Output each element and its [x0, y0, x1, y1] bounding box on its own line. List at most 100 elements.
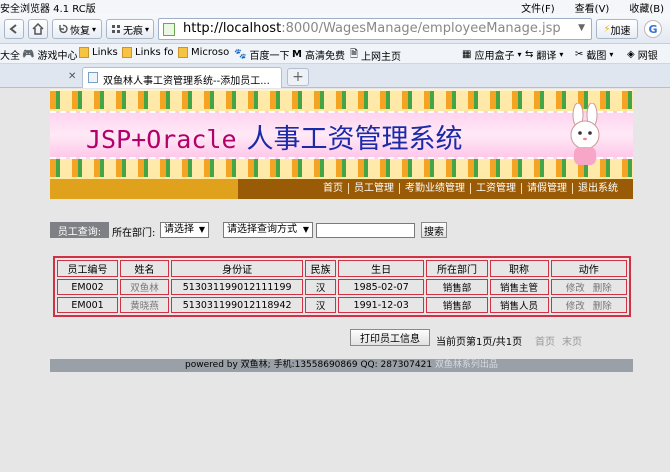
speed-button[interactable]: ⚡ 加速: [596, 19, 638, 39]
query-method-select[interactable]: 请选择查询方式 ▼: [223, 222, 313, 238]
translate-icon: ⇆: [525, 49, 534, 60]
fav-item[interactable]: ⇆ 翻译 ▾: [525, 47, 563, 62]
menu-bar: 文件(F) 查看(V) 收藏(B): [521, 0, 664, 15]
grid-icon: [111, 25, 120, 33]
edit-link[interactable]: 修改: [566, 283, 585, 294]
fav-item[interactable]: ✂ 截图 ▾: [575, 47, 613, 62]
home-button[interactable]: [28, 19, 48, 39]
lightning-icon: ⚡: [603, 23, 611, 35]
incognito-label: 无痕: [122, 25, 143, 37]
chevron-down-icon: ▾: [91, 24, 96, 34]
menu-view[interactable]: 查看(V): [575, 0, 610, 15]
cell-birthday: 1991-12-03: [337, 297, 425, 313]
cell-id: EM001: [57, 297, 119, 313]
folder-icon: [79, 47, 89, 58]
baidu-icon: 🐾: [234, 49, 247, 60]
page-icon: [88, 72, 98, 83]
banner-title: JSP+Oracle 人事工资管理系统: [86, 117, 463, 156]
col-header: 所在部门: [426, 260, 488, 277]
dept-select[interactable]: 请选择 ▼: [160, 222, 209, 238]
nav-wages[interactable]: 工资管理: [471, 183, 522, 194]
favorites-bar: 大全 🎮 游戏中心 Links Links fo Microso 🐾 百度一下 M高…: [0, 44, 670, 64]
fav-item[interactable]: 大全: [0, 47, 20, 62]
nav-home[interactable]: 首页: [318, 183, 349, 194]
home-icon: [32, 23, 44, 35]
address-dropdown-icon[interactable]: ▼: [578, 23, 585, 33]
gamepad-icon: 🎮: [22, 49, 35, 60]
col-header: 动作: [550, 260, 627, 277]
first-page-link[interactable]: 首页: [535, 333, 555, 348]
delete-link[interactable]: 删除: [593, 283, 612, 294]
fav-item[interactable]: Microso: [178, 47, 229, 58]
delete-link[interactable]: 删除: [593, 301, 612, 312]
menu-file[interactable]: 文件(F): [521, 0, 555, 15]
address-bar[interactable]: http://localhost:8000/WagesManage/employ…: [158, 18, 592, 40]
window-titlebar: 安全浏览器 4.1 RC版 文件(F) 查看(V) 收藏(B): [0, 0, 670, 15]
print-button[interactable]: 打印员工信息: [350, 329, 430, 346]
cell-actions: 修改 删除: [550, 297, 627, 313]
back-arrow-icon: [9, 24, 17, 34]
fav-item[interactable]: M 高清免费: [292, 47, 345, 62]
folder-icon: [178, 47, 188, 58]
chevron-down-icon: ▼: [302, 225, 309, 234]
cell-actions: 修改 删除: [550, 279, 627, 295]
carrot-border-bottom: [50, 159, 633, 177]
cell-idcard: 513031199012111199: [170, 279, 304, 295]
fav-item[interactable]: 🐾 百度一下: [234, 47, 289, 62]
new-tab-button[interactable]: +: [287, 68, 309, 86]
nav-logout[interactable]: 退出系统: [573, 183, 623, 194]
restore-button[interactable]: 恢复 ▾: [52, 19, 102, 39]
pagination-row: 打印员工信息 当前页第1页/共1页 首页 末页: [50, 329, 633, 348]
speed-label: 加速: [610, 25, 631, 37]
cell-nation: 汉: [305, 297, 336, 313]
cell-id: EM002: [57, 279, 119, 295]
fav-item[interactable]: 🗎 上网主页: [350, 47, 401, 64]
last-page-link[interactable]: 末页: [562, 333, 582, 348]
cell-title: 销售人员: [489, 297, 549, 313]
fav-item[interactable]: 🎮 游戏中心: [22, 47, 77, 62]
cell-title: 销售主管: [489, 279, 549, 295]
restore-label: 恢复: [69, 25, 90, 37]
nav-employee[interactable]: 员工管理: [349, 183, 400, 194]
folder-icon: [122, 47, 132, 58]
col-header: 身份证: [170, 260, 304, 277]
google-icon[interactable]: G: [644, 20, 662, 38]
tab-active[interactable]: 双鱼林人事工资管理系统--添加员工...: [82, 67, 282, 88]
m-icon: M: [292, 49, 302, 60]
query-label: 员工查询:: [50, 222, 109, 238]
nav-attendance[interactable]: 考勤业绩管理: [400, 183, 471, 194]
fav-item[interactable]: ▦ 应用盒子 ▾: [462, 47, 521, 62]
carrot-border-top: [50, 91, 633, 109]
col-header: 民族: [305, 260, 336, 277]
main-nav: 首页 员工管理 考勤业绩管理 工资管理 请假管理 退出系统: [50, 179, 633, 199]
bank-icon: ◈: [627, 49, 635, 60]
close-icon[interactable]: ✕: [68, 71, 76, 82]
cell-nation: 汉: [305, 279, 336, 295]
banner-title-cn: 人事工资管理系统: [246, 124, 463, 155]
col-header: 员工编号: [57, 260, 119, 277]
table-row: EM002 双鱼林 513031199012111199 汉 1985-02-0…: [57, 279, 627, 295]
page-info: 当前页第1页/共1页: [436, 337, 523, 348]
powered-by-text: powered by 双鱼林; 手机:13558690869 QQ: 28730…: [185, 360, 433, 370]
bunny-icon: [570, 103, 600, 165]
fav-item[interactable]: ◈ 网银: [627, 47, 658, 62]
employee-table: 员工编号 姓名 身份证 民族 生日 所在部门 职称 动作 EM002 双鱼林 5…: [53, 256, 631, 317]
fav-item[interactable]: Links: [79, 47, 118, 58]
nav-links: 首页 员工管理 考勤业绩管理 工资管理 请假管理 退出系统: [318, 183, 623, 194]
incognito-button[interactable]: 无痕 ▾: [106, 19, 154, 39]
edit-link[interactable]: 修改: [566, 301, 585, 312]
cell-name[interactable]: 黄晓燕: [120, 297, 169, 313]
back-button[interactable]: [4, 19, 24, 39]
col-header: 姓名: [120, 260, 169, 277]
menu-favorites[interactable]: 收藏(B): [629, 0, 664, 15]
nav-accent-block: [50, 179, 238, 199]
nav-leave[interactable]: 请假管理: [522, 183, 573, 194]
cell-name[interactable]: 双鱼林: [120, 279, 169, 295]
search-button[interactable]: 搜索: [421, 222, 447, 238]
chevron-down-icon: ▼: [198, 225, 205, 234]
fav-item[interactable]: Links fo: [122, 47, 174, 58]
search-input[interactable]: [316, 223, 415, 238]
site-banner: JSP+Oracle 人事工资管理系统: [50, 89, 633, 179]
page-icon: [163, 23, 175, 36]
address-url: http://localhost:8000/WagesManage/employ…: [183, 21, 561, 36]
